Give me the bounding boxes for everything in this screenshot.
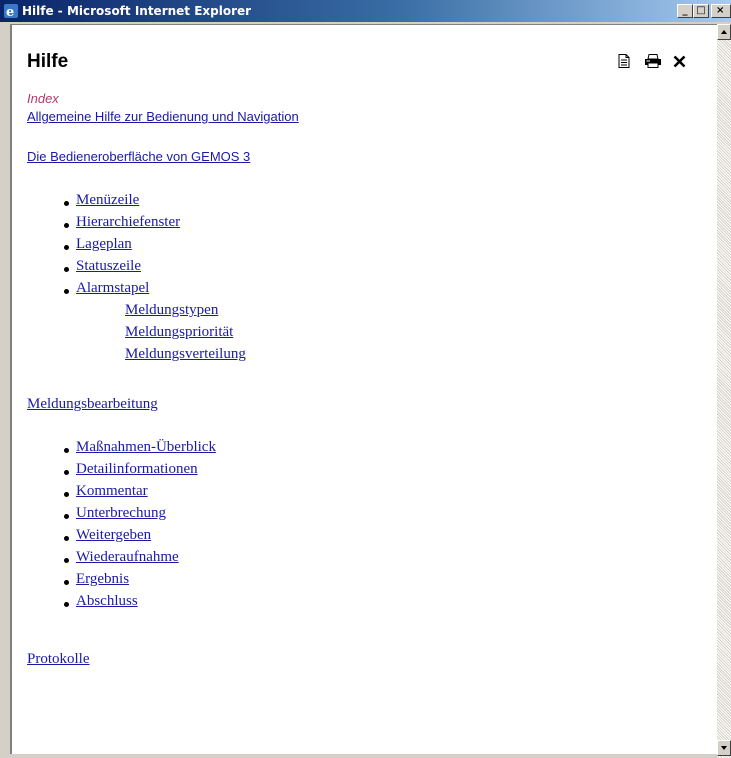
page-content: Hilfe Index Allgemeine Hilfe zur Bedienu… [10, 24, 717, 754]
list-item-link[interactable]: Kommentar [76, 482, 148, 500]
list-bullet [64, 492, 69, 497]
scroll-up-button[interactable] [717, 24, 731, 40]
list-item-link[interactable]: Detailinformationen [76, 460, 198, 478]
list-bullet [64, 536, 69, 541]
list-bullet [64, 289, 69, 294]
list-item-link[interactable]: Weitergeben [76, 526, 151, 544]
ie-icon: e [4, 4, 18, 19]
print-icon[interactable] [644, 54, 662, 68]
list-bullet [64, 558, 69, 563]
document-icon[interactable] [618, 54, 630, 68]
sublist-item-link[interactable]: Meldungsverteilung [125, 345, 246, 363]
window-title: Hilfe - Microsoft Internet Explorer [22, 4, 252, 18]
protocols-section-link[interactable]: Protokolle [27, 650, 90, 668]
browser-window: e Hilfe - Microsoft Internet Explorer _ … [0, 0, 731, 758]
svg-text:e: e [6, 5, 14, 19]
list-bullet [64, 201, 69, 206]
list-bullet [64, 602, 69, 607]
sublist-item-link[interactable]: Meldungstypen [125, 301, 218, 319]
list-item-link[interactable]: Abschluss [76, 592, 138, 610]
title-bar[interactable]: e Hilfe - Microsoft Internet Explorer _ … [0, 0, 731, 22]
general-help-link[interactable]: Allgemeine Hilfe zur Bedienung und Navig… [27, 109, 299, 125]
list-bullet [64, 448, 69, 453]
minimize-button[interactable]: _ [677, 4, 693, 18]
list-item-link[interactable]: Maßnahmen-Überblick [76, 438, 216, 456]
list-item-link[interactable]: Menüzeile [76, 191, 139, 209]
list-item-link[interactable]: Hierarchiefenster [76, 213, 180, 231]
list-bullet [64, 580, 69, 585]
list-bullet [64, 223, 69, 228]
list-item-link[interactable]: Wiederaufnahme [76, 548, 179, 566]
list-item-link[interactable]: Lageplan [76, 235, 132, 253]
list-bullet [64, 514, 69, 519]
list-bullet [64, 245, 69, 250]
list-item-link[interactable]: Alarmstapel [76, 279, 149, 297]
scroll-down-button[interactable] [717, 740, 731, 756]
list-bullet [64, 267, 69, 272]
vertical-scrollbar[interactable] [717, 24, 731, 758]
window-close-button[interactable]: × [711, 4, 731, 18]
page-title: Hilfe [27, 51, 69, 72]
list-item-link[interactable]: Statuszeile [76, 257, 141, 275]
close-icon[interactable] [673, 55, 686, 68]
list-item-link[interactable]: Ergebnis [76, 570, 129, 588]
sublist-item-link[interactable]: Meldungspriorität [125, 323, 233, 341]
list-item-link[interactable]: Unterbrechung [76, 504, 166, 522]
processing-section-link[interactable]: Meldungsbearbeitung [27, 395, 158, 413]
list-bullet [64, 470, 69, 475]
index-label: Index [27, 91, 59, 106]
maximize-button[interactable]: □ [693, 4, 709, 18]
ui-section-link[interactable]: Die Bedieneroberfläche von GEMOS 3 [27, 149, 250, 165]
